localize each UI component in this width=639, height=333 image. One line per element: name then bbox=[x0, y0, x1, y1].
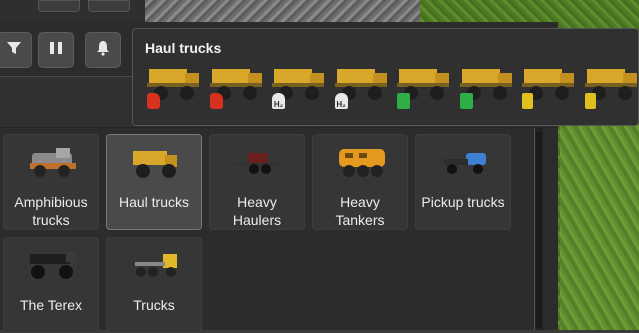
category-label: Pickup trucks bbox=[416, 193, 510, 211]
haul-truck-icon bbox=[129, 145, 183, 179]
category-label-line2: Tankers bbox=[313, 211, 407, 229]
top-toolbar-button-right[interactable] bbox=[88, 0, 130, 12]
category-label-line1: Heavy bbox=[313, 193, 407, 211]
category-label-line1: Heavy bbox=[210, 193, 304, 211]
tooltip-title: Haul trucks bbox=[145, 40, 221, 56]
scrollbar-thumb[interactable] bbox=[536, 132, 542, 328]
battery-icon bbox=[522, 93, 533, 109]
pickup-truck-icon bbox=[438, 145, 492, 179]
truck-variant-6[interactable] bbox=[456, 65, 516, 111]
category-label-line2: trucks bbox=[4, 211, 98, 229]
terex-truck-icon bbox=[26, 248, 80, 282]
battery-icon bbox=[585, 93, 596, 109]
truck-variant-5[interactable] bbox=[393, 65, 453, 111]
truck-variant-7[interactable] bbox=[518, 65, 578, 111]
category-label-line1: Amphibious bbox=[4, 193, 98, 211]
category-tile-trucks[interactable]: Trucks bbox=[106, 237, 202, 333]
truck-variant-1[interactable] bbox=[143, 65, 203, 111]
pause-button[interactable] bbox=[38, 32, 74, 68]
category-tile-pickup-trucks[interactable]: Pickup trucks bbox=[415, 134, 511, 230]
heavy-tanker-icon bbox=[335, 145, 389, 179]
filter-button[interactable] bbox=[0, 32, 32, 68]
bell-icon bbox=[95, 40, 111, 61]
map-grass-texture-lower bbox=[560, 120, 639, 330]
category-label: The Terex bbox=[4, 296, 98, 314]
amphibious-truck-icon bbox=[26, 145, 80, 179]
fuel-canister-icon bbox=[147, 93, 160, 109]
category-label: Trucks bbox=[107, 296, 201, 314]
filter-icon bbox=[5, 39, 23, 62]
truck-variant-2[interactable] bbox=[206, 65, 266, 111]
haul-trucks-tooltip: Haul trucks H₂ H₂ bbox=[132, 28, 639, 126]
hydrogen-tank-icon: H₂ bbox=[272, 93, 285, 109]
category-tile-haul-trucks[interactable]: Haul trucks bbox=[106, 134, 202, 230]
category-label: Haul trucks bbox=[107, 193, 201, 211]
category-tile-heavy-haulers[interactable]: Heavy Haulers bbox=[209, 134, 305, 230]
heavy-hauler-icon bbox=[232, 145, 286, 179]
fuel-canister-icon bbox=[210, 93, 223, 109]
top-toolbar-button-left[interactable] bbox=[38, 0, 80, 12]
green-canister-icon bbox=[460, 93, 473, 109]
truck-variant-4[interactable]: H₂ bbox=[331, 65, 391, 111]
category-tile-the-terex[interactable]: The Terex bbox=[3, 237, 99, 333]
truck-variant-8[interactable] bbox=[581, 65, 639, 111]
category-tile-heavy-tankers[interactable]: Heavy Tankers bbox=[312, 134, 408, 230]
truck-variant-3[interactable]: H₂ bbox=[268, 65, 328, 111]
hydrogen-tank-icon: H₂ bbox=[335, 93, 348, 109]
category-tile-amphibious[interactable]: Amphibious trucks bbox=[3, 134, 99, 230]
notifications-button[interactable] bbox=[85, 32, 121, 68]
pause-icon bbox=[48, 40, 64, 61]
green-canister-icon bbox=[397, 93, 410, 109]
category-scrollbar[interactable] bbox=[534, 128, 543, 330]
truck-icon bbox=[129, 248, 183, 282]
category-label-line2: Haulers bbox=[210, 211, 304, 229]
